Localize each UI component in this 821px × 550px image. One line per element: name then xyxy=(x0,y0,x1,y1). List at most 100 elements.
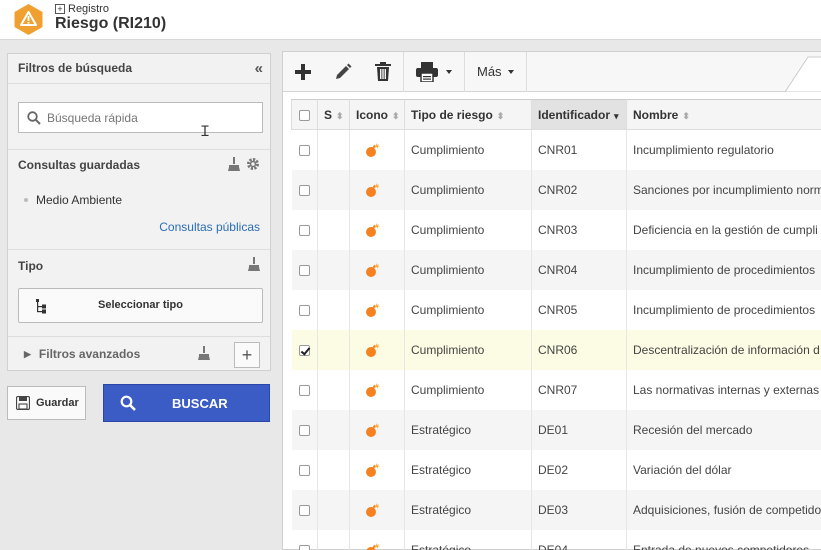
bomb-icon xyxy=(366,262,380,277)
select-type-label: Seleccionar tipo xyxy=(98,299,183,311)
table-header-row: S ⬍ Icono ⬍ Tipo de riesgo ⬍ Identificador ▾… xyxy=(291,99,821,130)
broom-icon[interactable] xyxy=(198,346,210,360)
table-row[interactable]: Cumplimiento CNR07 Las normativas internas… xyxy=(291,369,821,410)
table-row[interactable]: Estratégico DE04 Entrada de nuevos competi… xyxy=(291,529,821,550)
table-row[interactable]: Estratégico DE01 Recesión del mercado xyxy=(291,409,821,450)
printer-icon xyxy=(416,61,438,82)
row-checkbox[interactable] xyxy=(298,224,310,236)
icon-cell xyxy=(349,449,405,490)
gear-icon[interactable] xyxy=(246,157,260,171)
tree-icon xyxy=(36,299,46,314)
row-checkbox-cell[interactable] xyxy=(291,369,318,410)
risk-type-cell: Cumplimiento xyxy=(404,169,532,210)
icon-cell xyxy=(349,489,405,530)
column-header-icon[interactable]: Icono ⬍ xyxy=(349,99,405,130)
row-checkbox[interactable] xyxy=(298,384,310,396)
breadcrumb[interactable]: + Registro xyxy=(55,3,109,15)
edit-button[interactable] xyxy=(323,52,363,92)
row-checkbox[interactable] xyxy=(298,184,310,196)
row-checkbox-cell[interactable] xyxy=(291,449,318,490)
table-row[interactable]: Cumplimiento CNR04 Incumplimiento de proce… xyxy=(291,249,821,290)
name-cell: Variación del dólar xyxy=(626,449,821,490)
expand-icon[interactable]: + xyxy=(55,4,65,14)
collapse-icon[interactable]: « xyxy=(255,60,264,77)
name-cell: Adquisiciones, fusión de competido xyxy=(626,489,821,530)
row-checkbox-cell[interactable] xyxy=(291,329,318,370)
table-row[interactable]: Cumplimiento CNR03 Deficiencia en la gesti… xyxy=(291,209,821,250)
row-checkbox-cell[interactable] xyxy=(291,289,318,330)
search-button[interactable]: BUSCAR xyxy=(103,384,270,422)
add-filter-button[interactable]: + xyxy=(234,342,260,368)
row-checkbox-cell[interactable] xyxy=(291,529,318,550)
broom-icon[interactable] xyxy=(228,157,240,171)
chevron-down-icon xyxy=(507,69,514,74)
delete-button[interactable] xyxy=(363,52,403,92)
quick-search-field[interactable] xyxy=(18,102,263,133)
icon-cell xyxy=(349,329,405,370)
broom-icon[interactable] xyxy=(248,257,260,271)
identifier-cell: CNR07 xyxy=(531,369,627,410)
row-checkbox[interactable] xyxy=(298,304,310,316)
select-all-header[interactable] xyxy=(291,99,318,130)
quick-search-input[interactable] xyxy=(47,110,247,125)
breadcrumb-label[interactable]: Registro xyxy=(68,3,109,15)
row-checkbox[interactable] xyxy=(298,504,310,516)
row-checkbox[interactable] xyxy=(298,544,310,550)
status-cell xyxy=(317,329,350,370)
table-row[interactable]: Cumplimiento CNR06 Descentralización de in… xyxy=(291,329,821,370)
row-checkbox[interactable] xyxy=(298,424,310,436)
add-button[interactable] xyxy=(283,52,323,92)
filters-header: Filtros de búsqueda « xyxy=(8,54,270,84)
bomb-icon xyxy=(366,342,380,357)
trash-icon xyxy=(375,61,391,81)
row-checkbox-cell[interactable] xyxy=(291,249,318,290)
name-cell: Recesión del mercado xyxy=(626,409,821,450)
toolbar: Más xyxy=(283,51,821,92)
column-header-risk-type[interactable]: Tipo de riesgo ⬍ xyxy=(404,99,532,130)
column-header-s[interactable]: S ⬍ xyxy=(317,99,350,130)
risk-type-cell: Cumplimiento xyxy=(404,249,532,290)
status-cell xyxy=(317,249,350,290)
advanced-filters-toggle[interactable]: ▶ Filtros avanzados xyxy=(24,347,140,361)
select-type-button[interactable]: Seleccionar tipo xyxy=(18,288,263,323)
saved-query-item[interactable]: Medio Ambiente xyxy=(24,193,122,207)
search-filters-panel: Filtros de búsqueda « Ｉ Consultas guarda… xyxy=(7,53,271,371)
row-checkbox-cell[interactable] xyxy=(291,209,318,250)
more-menu-button[interactable]: Más xyxy=(465,52,526,92)
row-checkbox[interactable] xyxy=(298,344,310,356)
row-checkbox-cell[interactable] xyxy=(291,129,318,170)
row-checkbox-cell[interactable] xyxy=(291,489,318,530)
name-cell: Sanciones por incumplimiento norm xyxy=(626,169,821,210)
divider xyxy=(8,149,270,150)
row-checkbox[interactable] xyxy=(298,145,310,157)
name-cell: Incumplimiento regulatorio xyxy=(626,129,821,170)
table-row[interactable]: Estratégico DE03 Adquisiciones, fusión de … xyxy=(291,489,821,530)
bomb-icon xyxy=(366,302,380,317)
public-queries-link[interactable]: Consultas públicas xyxy=(159,220,260,234)
risk-type-cell: Cumplimiento xyxy=(404,129,532,170)
print-button[interactable] xyxy=(404,52,464,92)
icon-cell xyxy=(349,129,405,170)
row-checkbox[interactable] xyxy=(298,264,310,276)
table-row[interactable]: Cumplimiento CNR01 Incumplimiento regulato… xyxy=(291,129,821,170)
name-cell: Incumplimiento de procedimientos xyxy=(626,289,821,330)
row-checkbox-cell[interactable] xyxy=(291,169,318,210)
saved-query-label[interactable]: Medio Ambiente xyxy=(36,193,122,207)
table-row[interactable]: Estratégico DE02 Variación del dólar xyxy=(291,449,821,490)
icon-cell xyxy=(349,249,405,290)
sort-icon: ⬍ xyxy=(392,110,400,121)
select-all-checkbox[interactable] xyxy=(299,109,310,121)
search-label: BUSCAR xyxy=(172,395,228,411)
row-checkbox[interactable] xyxy=(298,464,310,476)
table-row[interactable]: Cumplimiento CNR05 Incumplimiento de proce… xyxy=(291,289,821,330)
divider xyxy=(525,51,527,92)
sort-icon: ⬍ xyxy=(682,110,690,121)
status-cell xyxy=(317,169,350,210)
table-row[interactable]: Cumplimiento CNR02 Sanciones por incumplim… xyxy=(291,169,821,210)
results-panel: Más S ⬍ Icono ⬍ Tipo de riesgo ⬍ Identifica… xyxy=(282,51,821,550)
save-button[interactable]: Guardar xyxy=(7,386,86,420)
row-checkbox-cell[interactable] xyxy=(291,409,318,450)
search-icon xyxy=(120,395,136,411)
column-header-name[interactable]: Nombre ⬍ xyxy=(626,99,821,130)
column-header-identifier[interactable]: Identificador ▾ xyxy=(531,99,627,130)
